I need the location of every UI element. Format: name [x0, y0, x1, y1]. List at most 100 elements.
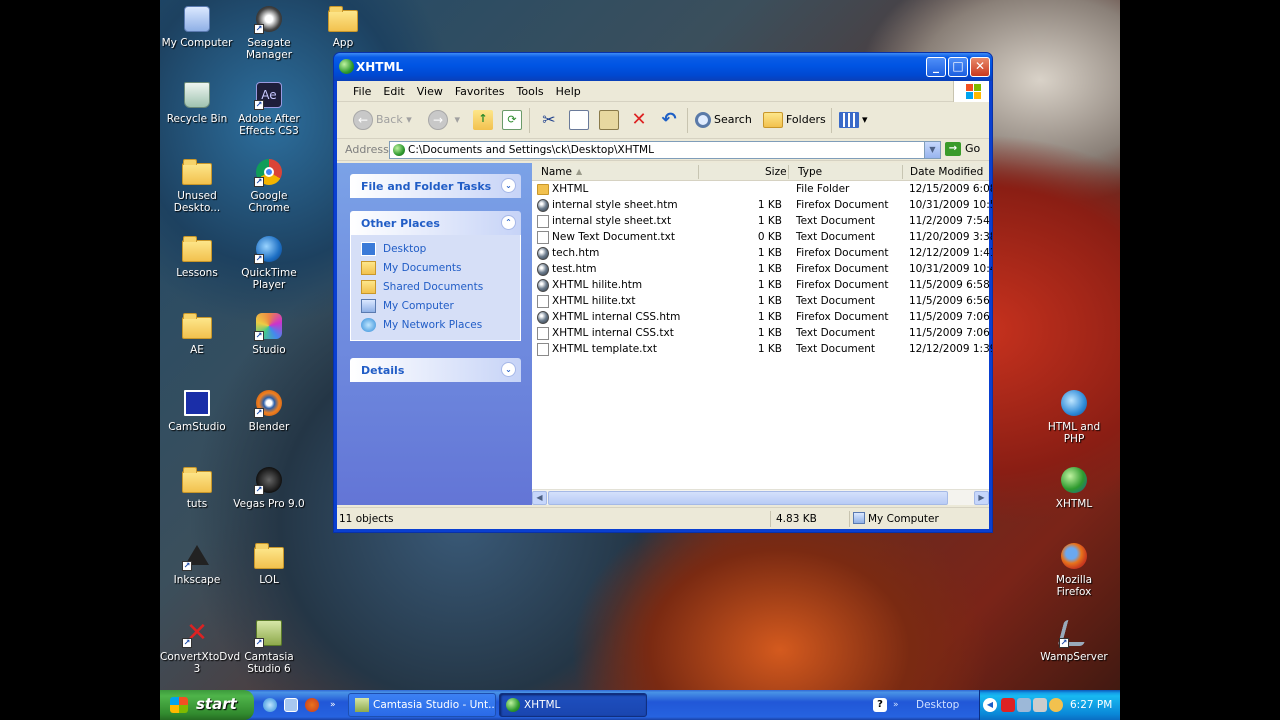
- maximize-button[interactable]: □: [948, 57, 968, 77]
- copy-button[interactable]: [569, 108, 592, 132]
- file-row[interactable]: New Text Document.txt 0 KB Text Document 11…: [532, 230, 992, 246]
- file-row[interactable]: XHTML internal CSS.txt 1 KB Text Document 1…: [532, 326, 992, 342]
- horizontal-scrollbar[interactable]: ◀ ▶: [532, 489, 989, 505]
- desktop-icon-blender[interactable]: ↗ Blender: [232, 388, 306, 433]
- start-button[interactable]: start: [160, 690, 254, 720]
- desktop-icon-firefox[interactable]: Mozilla Firefox: [1037, 541, 1111, 598]
- views-button[interactable]: ▾: [839, 108, 868, 132]
- help-icon[interactable]: ?: [873, 698, 887, 712]
- scroll-left-icon[interactable]: ◀: [532, 491, 547, 505]
- file-row[interactable]: internal style sheet.txt 1 KB Text Documen…: [532, 214, 992, 230]
- folders-button[interactable]: Folders: [763, 108, 826, 132]
- show-desktop-quicklaunch-icon[interactable]: [284, 698, 298, 712]
- search-button[interactable]: Search: [695, 108, 752, 132]
- tray-app-icon[interactable]: [1001, 698, 1015, 712]
- forward-button[interactable]: → ▾: [428, 108, 460, 132]
- place-shared-documents[interactable]: Shared Documents: [361, 279, 520, 298]
- chevron-up-icon[interactable]: ⌃: [501, 215, 516, 230]
- file-date: 12/15/2009 6:08 P: [909, 183, 992, 195]
- window-titlebar[interactable]: XHTML _ □ ✕: [334, 53, 992, 81]
- place-my-network-places[interactable]: My Network Places: [361, 317, 520, 336]
- desktop-icon-camstudio[interactable]: CamStudio: [160, 388, 234, 433]
- chevron-down-icon[interactable]: ⌄: [501, 362, 516, 377]
- file-row[interactable]: XHTML hilite.htm 1 KB Firefox Document 11/5…: [532, 278, 992, 294]
- menu-edit[interactable]: Edit: [377, 81, 410, 98]
- address-input[interactable]: C:\Documents and Settings\ck\Desktop\XHT…: [389, 141, 941, 159]
- desktop-icon-unused-desktop[interactable]: Unused Deskto...: [160, 157, 234, 214]
- firefox-quicklaunch-icon[interactable]: [305, 698, 319, 712]
- desktop-icon-camtasia[interactable]: ↗ Camtasia Studio 6: [232, 618, 306, 675]
- desktop-icon-vegas[interactable]: ↗ Vegas Pro 9.0: [232, 465, 306, 510]
- desktop-icon-app[interactable]: App: [306, 4, 380, 49]
- place-my-documents[interactable]: My Documents: [361, 260, 520, 279]
- desktop-icon-ae[interactable]: AE: [160, 311, 234, 356]
- menu-tools[interactable]: Tools: [511, 81, 550, 98]
- desktop-icon-seagate[interactable]: ↗ Seagate Manager: [232, 4, 306, 61]
- menu-file[interactable]: File: [347, 81, 377, 98]
- desktop-icon-quicktime[interactable]: ↗ QuickTime Player: [232, 234, 306, 291]
- desktop-icon-tuts[interactable]: tuts: [160, 465, 234, 510]
- desktop-icon-inkscape[interactable]: ↗ Inkscape: [160, 541, 234, 586]
- chevron-down-icon[interactable]: ⌄: [501, 178, 516, 193]
- column-size[interactable]: Size: [765, 166, 787, 178]
- desktop-icon-xhtml[interactable]: XHTML: [1037, 465, 1111, 510]
- go-button[interactable]: → Go: [945, 142, 980, 156]
- details-header[interactable]: Details ⌄: [350, 358, 521, 382]
- file-row[interactable]: XHTML template.txt 1 KB Text Document 12/12…: [532, 342, 992, 358]
- file-size: 1 KB: [757, 215, 782, 227]
- tray-expand-icon[interactable]: ◀: [983, 698, 997, 712]
- other-places-header[interactable]: Other Places ⌃: [350, 211, 521, 235]
- sync-button[interactable]: ⟳: [502, 108, 525, 132]
- column-divider[interactable]: [788, 165, 789, 179]
- desktop-icon-recycle-bin[interactable]: Recycle Bin: [160, 80, 234, 125]
- column-date[interactable]: Date Modified: [910, 166, 983, 178]
- desktop-icon-convertx[interactable]: ✕ ↗ ConvertXtoDvd 3: [160, 618, 240, 675]
- cut-button[interactable]: ✂: [539, 108, 562, 132]
- place-desktop[interactable]: Desktop: [361, 241, 520, 260]
- taskbar-xhtml[interactable]: XHTML: [499, 693, 647, 717]
- column-name[interactable]: Name: [541, 166, 572, 178]
- column-type[interactable]: Type: [798, 166, 822, 178]
- desktop-icon-after-effects[interactable]: Ae ↗ Adobe After Effects CS3: [232, 80, 306, 137]
- file-row[interactable]: XHTML File Folder 12/15/2009 6:08 P: [532, 182, 992, 198]
- file-row[interactable]: test.htm 1 KB Firefox Document 10/31/2009 1…: [532, 262, 992, 278]
- menu-favorites[interactable]: Favorites: [449, 81, 511, 98]
- delete-button[interactable]: ✕: [629, 108, 652, 132]
- scrollbar-thumb[interactable]: [548, 491, 948, 505]
- tray-network-icon[interactable]: [1017, 698, 1031, 712]
- desktop-icon-wampserver[interactable]: ↗ WampServer: [1037, 618, 1111, 663]
- folders-label: Folders: [786, 113, 826, 126]
- scroll-right-icon[interactable]: ▶: [974, 491, 989, 505]
- address-dropdown-icon[interactable]: ▼: [924, 142, 940, 158]
- desktop-icon-studio[interactable]: ↗ Studio: [232, 311, 306, 356]
- desktop-toolbar-label[interactable]: Desktop: [916, 699, 959, 711]
- close-button[interactable]: ✕: [970, 57, 990, 77]
- desktop-icon-html-php[interactable]: HTML and PHP: [1037, 388, 1111, 445]
- menu-view[interactable]: View: [411, 81, 449, 98]
- undo-button[interactable]: ↶: [659, 108, 682, 132]
- column-divider[interactable]: [698, 165, 699, 179]
- tray-security-icon[interactable]: [1049, 698, 1063, 712]
- taskbar-camtasia[interactable]: Camtasia Studio - Unt...: [348, 693, 496, 717]
- file-row[interactable]: tech.htm 1 KB Firefox Document 12/12/2009 1…: [532, 246, 992, 262]
- up-folder-button[interactable]: ↑: [473, 108, 496, 132]
- quicklaunch-expand-icon[interactable]: »: [330, 698, 344, 712]
- file-row[interactable]: XHTML hilite.txt 1 KB Text Document 11/5/20…: [532, 294, 992, 310]
- back-button[interactable]: ← Back ▾: [353, 108, 412, 132]
- file-row[interactable]: internal style sheet.htm 1 KB Firefox Docu…: [532, 198, 992, 214]
- file-row[interactable]: XHTML internal CSS.htm 1 KB Firefox Docume…: [532, 310, 992, 326]
- minimize-button[interactable]: _: [926, 57, 946, 77]
- ie-quicklaunch-icon[interactable]: [263, 698, 277, 712]
- clock[interactable]: 6:27 PM: [1070, 699, 1112, 711]
- column-divider[interactable]: [902, 165, 903, 179]
- tray-volume-icon[interactable]: [1033, 698, 1047, 712]
- menu-help[interactable]: Help: [550, 81, 587, 98]
- desktop-icon-my-computer[interactable]: My Computer: [160, 4, 234, 49]
- desktop-icon-lessons[interactable]: Lessons: [160, 234, 234, 279]
- place-my-computer[interactable]: My Computer: [361, 298, 520, 317]
- desktop-toolbar-icon[interactable]: »: [893, 698, 907, 712]
- paste-button[interactable]: [599, 108, 622, 132]
- desktop-icon-lol[interactable]: LOL: [232, 541, 306, 586]
- desktop-icon-chrome[interactable]: ↗ Google Chrome: [232, 157, 306, 214]
- file-folder-tasks-header[interactable]: File and Folder Tasks ⌄: [350, 174, 521, 198]
